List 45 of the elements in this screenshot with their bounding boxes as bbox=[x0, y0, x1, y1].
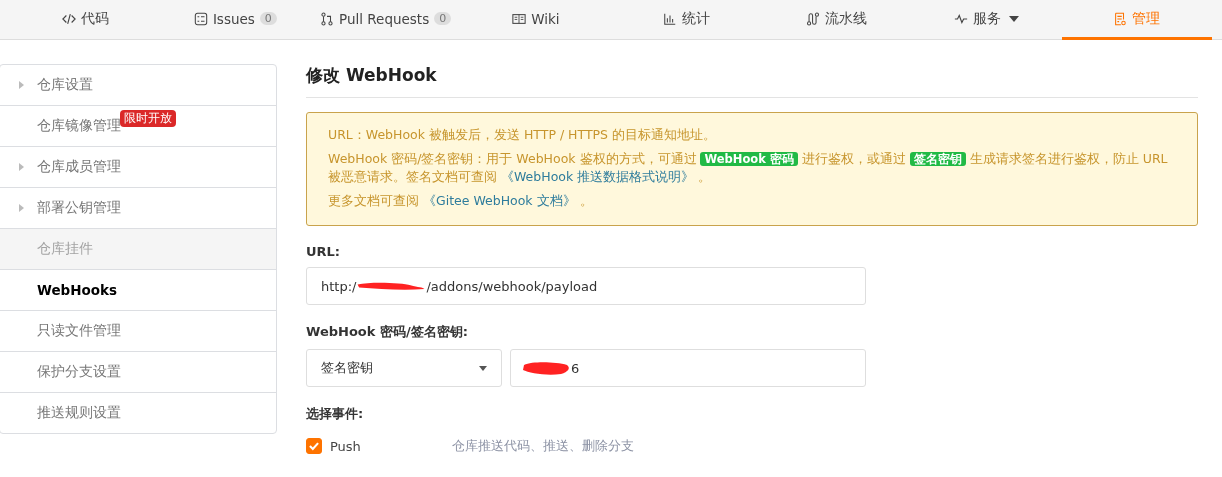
sidebar-item[interactable]: WebHooks bbox=[0, 270, 276, 311]
book-icon bbox=[512, 11, 527, 26]
url-field[interactable]: http:/ /addons/webhook/payload bbox=[306, 267, 866, 305]
tag: WebHook 密码 bbox=[700, 152, 798, 166]
code-icon bbox=[61, 11, 76, 26]
field-label: URL: bbox=[306, 244, 342, 259]
sidebar-item[interactable]: 仓库成员管理 bbox=[0, 147, 276, 188]
sidebar-item[interactable]: 仓库镜像管理 限时开放 bbox=[0, 106, 276, 147]
sidebar-item[interactable]: 只读文件管理 bbox=[0, 311, 276, 352]
notice-text: URL：WebHook 被触发后，发送 HTTP / HTTPS 的目标通知地址。 bbox=[328, 126, 717, 144]
sidebar-item[interactable]: 仓库设置 bbox=[0, 65, 276, 106]
sidebar-item[interactable]: 保护分支设置 bbox=[0, 352, 276, 393]
field-label: WebHook 密码/签名密钥: bbox=[306, 323, 469, 341]
count-badge: 0 bbox=[259, 12, 277, 25]
bar-chart-icon bbox=[662, 11, 677, 26]
redaction-scribble bbox=[521, 360, 571, 376]
checkbox[interactable] bbox=[306, 438, 322, 454]
nav-tab[interactable]: Wiki bbox=[460, 0, 611, 40]
secret-type-select[interactable]: 签名密钥 bbox=[306, 349, 502, 387]
event-description: 仓库推送代码、推送、删除分支 bbox=[452, 437, 634, 455]
caret-icon bbox=[479, 365, 487, 371]
pulse-icon bbox=[954, 11, 969, 26]
count-badge: 0 bbox=[434, 12, 452, 25]
pipeline-icon bbox=[805, 11, 820, 26]
field-label: 选择事件: bbox=[306, 405, 365, 423]
tag: 签名密钥 bbox=[909, 152, 966, 166]
nav-tab[interactable]: 流水线 bbox=[761, 0, 912, 40]
nav-tab[interactable]: Pull Requests 0 bbox=[310, 0, 461, 40]
doc-link[interactable]: 《WebHook 推送数据格式说明》 bbox=[501, 169, 695, 184]
notice-text: 更多文档可查阅 《Gitee WebHook 文档》 。 bbox=[328, 192, 594, 210]
document-icon bbox=[1113, 11, 1128, 26]
caret-icon bbox=[1009, 15, 1020, 22]
secret-field[interactable]: 6 bbox=[510, 349, 866, 387]
page-title: 修改 WebHook bbox=[306, 64, 1198, 98]
doc-link[interactable]: 《Gitee WebHook 文档》 bbox=[423, 193, 576, 208]
pull-request-icon bbox=[320, 11, 335, 26]
promo-badge: 限时开放 bbox=[120, 110, 176, 127]
notice-text: WebHook 密码/签名密钥：用于 WebHook 鉴权的方式，可通过 WebHook 密码 进行鉴权，或通过 签名密钥 生成请求签名进行鉴权，防止 URL 被恶意请求。签名文档可查阅 《WebHook 推送数据格式说明》 。 bbox=[328, 150, 1169, 186]
nav-tab[interactable]: 代码 bbox=[10, 0, 161, 40]
sidebar-item[interactable]: 推送规则设置 bbox=[0, 393, 276, 433]
event-name: Push bbox=[330, 438, 362, 454]
nav-tab[interactable]: 服务 bbox=[911, 0, 1062, 40]
nav-tab[interactable]: Issues 0 bbox=[160, 0, 311, 40]
checklist-icon bbox=[193, 11, 208, 26]
nav-tab[interactable]: 统计 bbox=[611, 0, 762, 40]
